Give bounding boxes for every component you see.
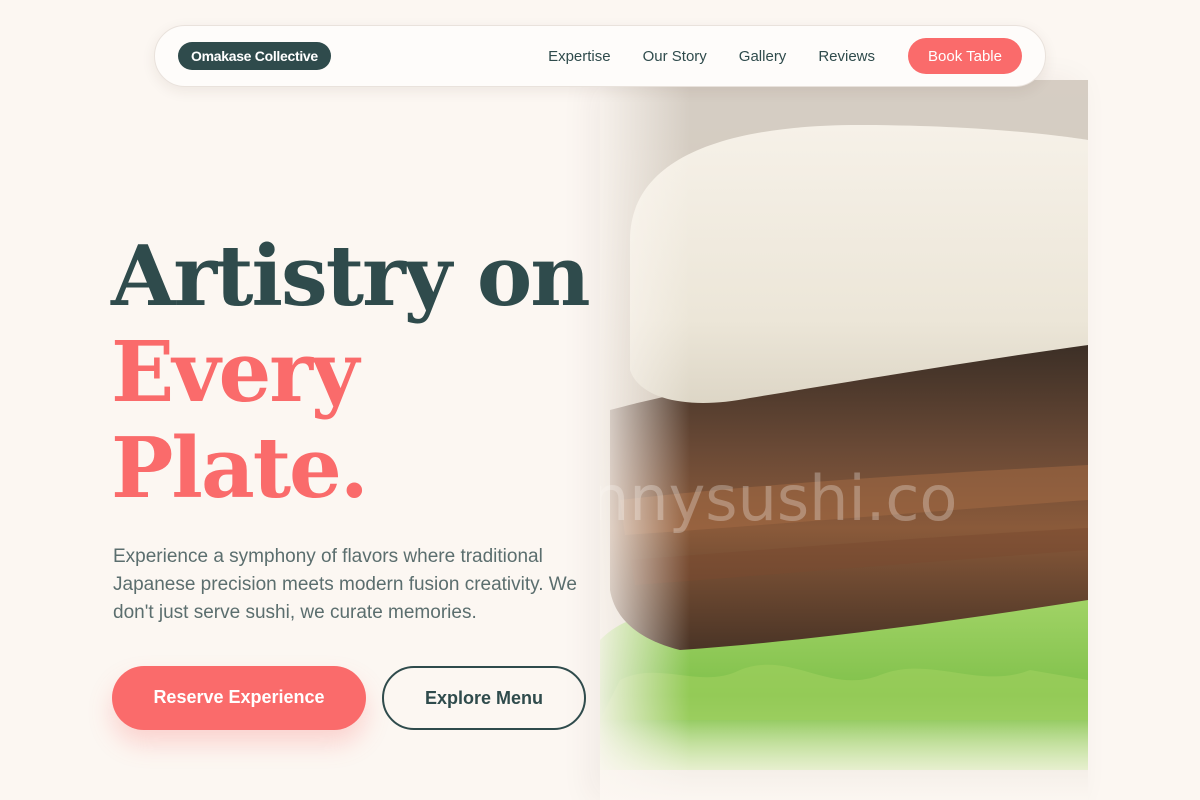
top-nav: Omakase Collective Expertise Our Story G…	[154, 25, 1046, 87]
nav-link-gallery[interactable]: Gallery	[739, 48, 787, 65]
hero-image: nnysushi.co	[600, 80, 1088, 800]
reserve-experience-button[interactable]: Reserve Experience	[112, 666, 366, 730]
headline-line-1: Artistry on	[111, 227, 591, 325]
book-table-button[interactable]: Book Table	[908, 38, 1022, 74]
brand-logo[interactable]: Omakase Collective	[178, 42, 331, 70]
explore-menu-button[interactable]: Explore Menu	[382, 666, 586, 730]
nav-link-reviews[interactable]: Reviews	[818, 48, 875, 65]
hero-headline: Artistry on Every Plate.	[111, 227, 591, 517]
hero-description: Experience a symphony of flavors where t…	[113, 546, 577, 623]
headline-line-3: Plate.	[111, 419, 369, 517]
image-fade-left	[600, 80, 690, 800]
nav-link-expertise[interactable]: Expertise	[548, 48, 611, 65]
nav-links: Expertise Our Story Gallery Reviews	[548, 26, 875, 86]
image-fade-bottom	[600, 720, 1088, 800]
headline-line-2: Every	[111, 323, 359, 421]
nav-link-our-story[interactable]: Our Story	[643, 48, 707, 65]
